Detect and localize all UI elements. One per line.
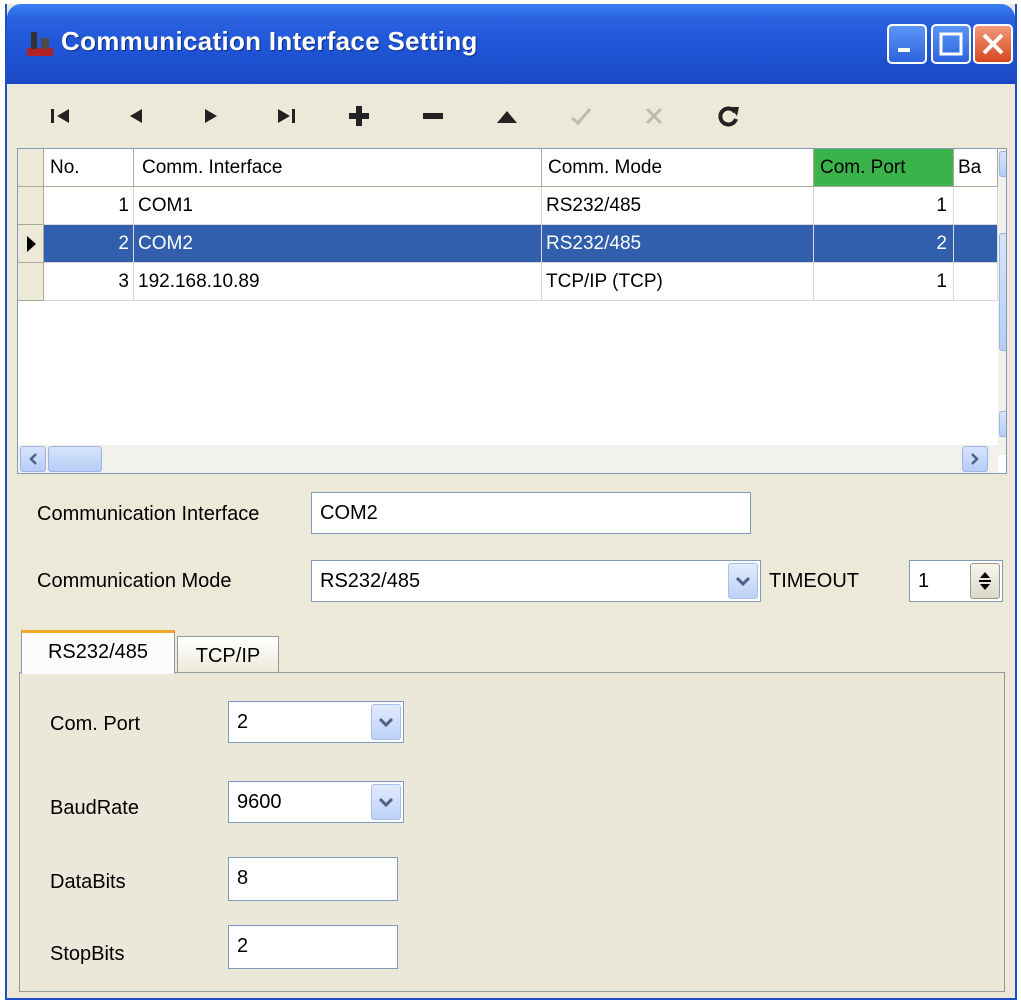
stopbits-label: StopBits: [50, 943, 125, 965]
edit-record-button[interactable]: [485, 96, 529, 136]
chevron-down-icon: [735, 576, 751, 587]
post-edit-button[interactable]: [559, 96, 603, 136]
column-header-comm-mode[interactable]: Comm. Mode: [542, 149, 814, 187]
prior-record-button[interactable]: [114, 96, 158, 136]
refresh-data-button[interactable]: [707, 96, 751, 136]
vertical-scroll-thumb[interactable]: [999, 233, 1006, 351]
chevron-down-icon: [378, 717, 394, 728]
communication-interface-label: Communication Interface: [37, 503, 260, 525]
maximize-button[interactable]: [931, 24, 971, 64]
timeout-label: TIMEOUT: [769, 570, 859, 592]
header-indicator: [18, 149, 44, 187]
first-icon: [51, 109, 69, 123]
last-record-button[interactable]: [264, 96, 308, 136]
tab-rs232-485[interactable]: RS232/485: [21, 630, 175, 674]
minimize-button[interactable]: [887, 24, 927, 64]
communication-mode-dropdown-button[interactable]: [728, 563, 758, 599]
grid-vertical-scrollbar[interactable]: [998, 149, 1007, 455]
check-icon: [571, 108, 592, 126]
databits-label: DataBits: [50, 871, 126, 893]
prior-icon: [130, 109, 142, 123]
maximize-icon: [939, 32, 963, 56]
cell-comm-mode[interactable]: RS232/485: [542, 225, 814, 263]
cancel-icon: [645, 107, 663, 125]
row-indicator[interactable]: [18, 263, 44, 301]
horizontal-scroll-thumb[interactable]: [48, 446, 102, 472]
first-record-button[interactable]: [39, 96, 83, 136]
interface-grid[interactable]: No. Comm. Interface Comm. Mode Com. Port…: [17, 148, 1007, 474]
close-icon: [982, 33, 1004, 55]
column-header-baudrate[interactable]: Ba: [954, 149, 998, 187]
grid-horizontal-scrollbar[interactable]: [18, 445, 998, 473]
next-icon: [205, 109, 217, 123]
baudrate-select[interactable]: 9600: [228, 781, 404, 823]
databits-field[interactable]: 8: [228, 857, 398, 901]
plus-icon: [349, 106, 369, 126]
com-port-label: Com. Port: [50, 713, 141, 735]
insert-record-button[interactable]: [337, 96, 381, 136]
baudrate-dropdown-button[interactable]: [371, 784, 401, 820]
delete-record-button[interactable]: [411, 96, 455, 136]
window-title: Communication Interface Setting: [61, 26, 478, 56]
chevron-up-icon: [1005, 159, 1007, 169]
communication-mode-select[interactable]: RS232/485: [311, 560, 761, 602]
cell-no[interactable]: 1: [44, 187, 134, 225]
com-port-dropdown-button[interactable]: [371, 704, 401, 740]
communication-interface-field[interactable]: COM2: [311, 492, 751, 534]
communication-mode-label: Communication Mode: [37, 570, 232, 592]
cell-com-port[interactable]: 1: [814, 263, 954, 301]
column-header-com-port[interactable]: Com. Port: [814, 149, 954, 187]
title-bar[interactable]: Communication Interface Setting: [7, 4, 1015, 84]
scroll-left-button[interactable]: [20, 446, 46, 472]
chevron-down-icon: [1005, 419, 1007, 429]
chevron-down-icon: [378, 797, 394, 808]
cell-baudrate[interactable]: [954, 187, 998, 225]
chevron-right-icon: [971, 453, 979, 465]
scroll-down-button[interactable]: [999, 411, 1007, 437]
row-indicator[interactable]: [18, 187, 44, 225]
communication-mode-value: RS232/485: [320, 570, 421, 592]
cell-comm-mode[interactable]: RS232/485: [542, 187, 814, 225]
close-button[interactable]: [973, 24, 1013, 64]
cell-comm-interface[interactable]: COM2: [134, 225, 542, 263]
rs232-485-tab-panel: Com. Port 2 BaudRate 9600 DataBits 8 Sto…: [19, 672, 1005, 992]
cell-baudrate[interactable]: [954, 263, 998, 301]
last-icon: [278, 109, 295, 123]
cell-com-port[interactable]: 2: [814, 225, 954, 263]
cell-com-port[interactable]: 1: [814, 187, 954, 225]
baudrate-value: 9600: [237, 791, 282, 813]
spin-up-down-icon: [979, 572, 991, 590]
triangle-up-icon: [497, 111, 517, 123]
navigator-toolbar: [7, 84, 1015, 148]
com-port-select[interactable]: 2: [228, 701, 404, 743]
cell-no[interactable]: 2: [44, 225, 134, 263]
stopbits-field[interactable]: 2: [228, 925, 398, 969]
scroll-up-button[interactable]: [999, 151, 1007, 177]
cell-comm-interface[interactable]: 192.168.10.89: [134, 263, 542, 301]
column-header-no[interactable]: No.: [44, 149, 134, 187]
timeout-spin-buttons[interactable]: [970, 563, 1000, 599]
communication-interface-window: Communication Interface Setting No. Comm…: [5, 4, 1017, 1000]
com-port-value: 2: [237, 711, 249, 733]
cell-baudrate[interactable]: [954, 225, 998, 263]
column-header-comm-interface[interactable]: Comm. Interface: [134, 149, 542, 187]
tab-tcp-ip[interactable]: TCP/IP: [177, 636, 279, 674]
cell-comm-mode[interactable]: TCP/IP (TCP): [542, 263, 814, 301]
refresh-icon: [718, 106, 739, 127]
chevron-left-icon: [29, 453, 37, 465]
app-icon: [27, 32, 53, 56]
cell-no[interactable]: 3: [44, 263, 134, 301]
timeout-value: 1: [918, 570, 930, 592]
timeout-spinner[interactable]: 1: [909, 560, 1003, 602]
cell-comm-interface[interactable]: COM1: [134, 187, 542, 225]
minimize-icon: [898, 48, 910, 52]
minus-icon: [423, 113, 443, 119]
current-row-arrow-icon: [26, 235, 36, 252]
row-indicator-current[interactable]: [18, 225, 44, 263]
scroll-right-button[interactable]: [962, 446, 988, 472]
next-record-button[interactable]: [189, 96, 233, 136]
cancel-edit-button[interactable]: [632, 96, 676, 136]
baudrate-label: BaudRate: [50, 797, 139, 819]
